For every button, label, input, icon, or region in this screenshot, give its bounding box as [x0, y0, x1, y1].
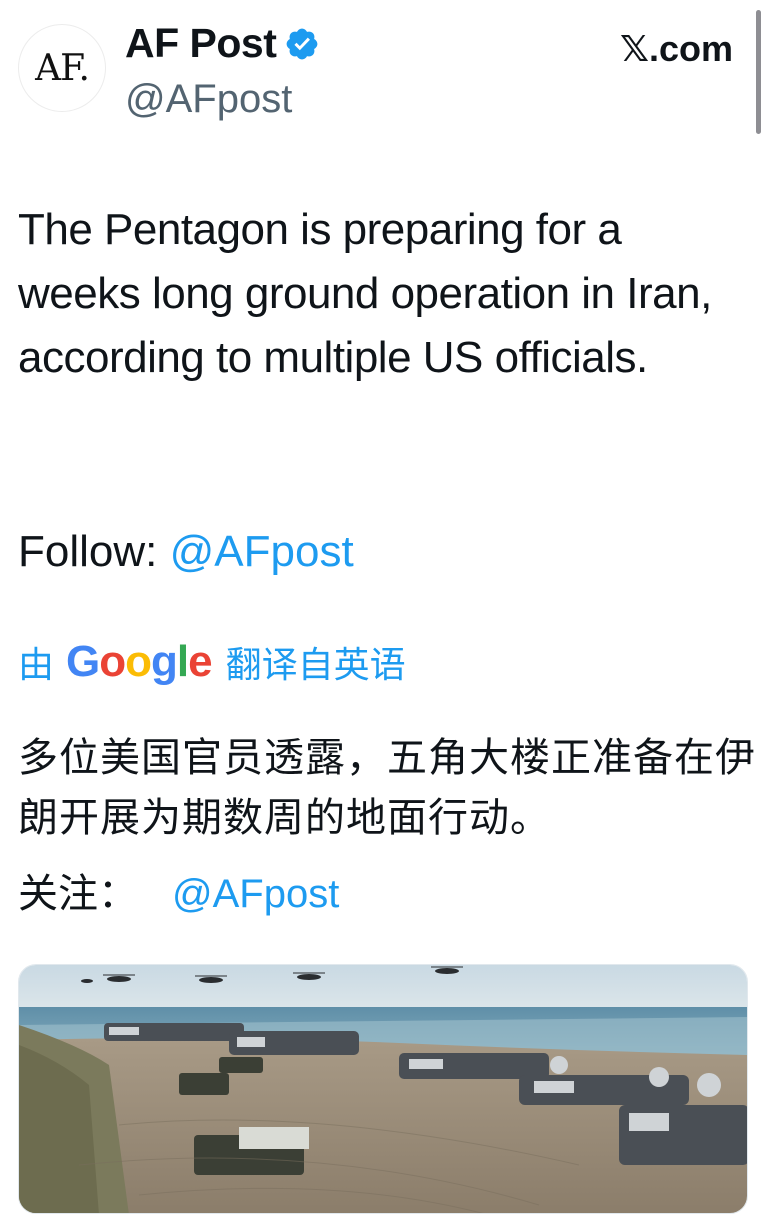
translated-by-prefix: 由: [18, 644, 55, 685]
x-logo[interactable]: 𝕏.com: [620, 28, 733, 70]
scrollbar[interactable]: [756, 10, 761, 134]
google-logo: Google: [66, 637, 213, 686]
photo-beach-hovercraft-icon: [19, 965, 747, 1213]
display-name[interactable]: AF Post: [125, 20, 277, 67]
avatar[interactable]: AF.: [18, 24, 106, 112]
translated-text: 多位美国官员透露，五角大楼正准备在伊朗开展为期数周的地面行动。: [18, 736, 756, 840]
follow-line: Follow: @AFpost: [18, 520, 354, 584]
translated-by-suffix: 翻译自英语: [225, 644, 406, 685]
tweet-photo[interactable]: [18, 964, 748, 1214]
follow-line-translated: 关注： @AFpost: [18, 864, 339, 924]
follow-label: Follow:: [18, 527, 158, 576]
name-row: AF Post: [125, 20, 320, 67]
tweet-header: AF. AF Post @AFpost 𝕏.com: [18, 20, 738, 122]
follow-handle-link-translated[interactable]: @AFpost: [172, 872, 339, 916]
follow-label-translated: 关注：: [18, 872, 138, 916]
user-handle[interactable]: @AFpost: [125, 77, 292, 122]
verified-badge-icon: [284, 26, 320, 62]
translated-by-line[interactable]: 由 Google 翻译自英语: [18, 636, 406, 688]
tweet-text: The Pentagon is preparing for a weeks lo…: [18, 205, 712, 382]
follow-handle-link[interactable]: @AFpost: [170, 527, 354, 576]
